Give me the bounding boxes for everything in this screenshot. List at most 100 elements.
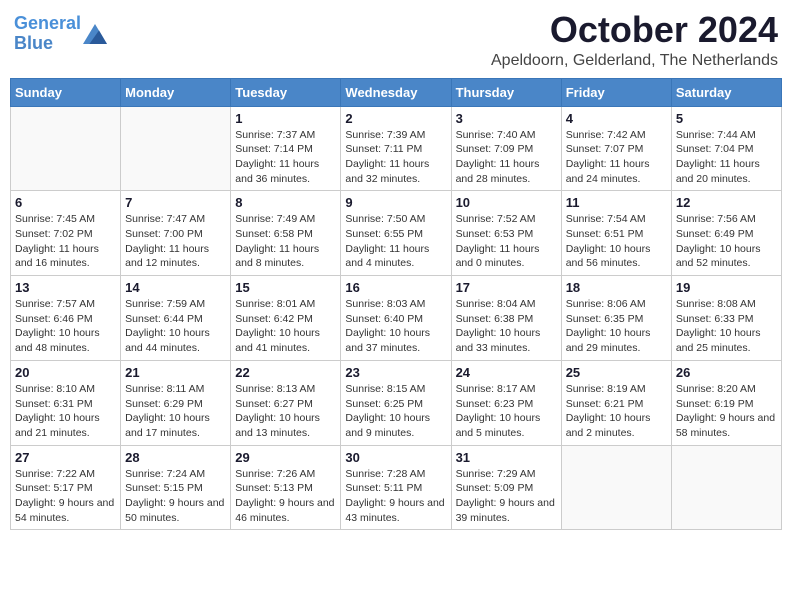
calendar-week-row: 27 Sunrise: 7:22 AM Sunset: 5:17 PM Dayli… (11, 445, 782, 530)
calendar-cell: 8Sunrise: 7:49 AM Sunset: 6:58 PM Daylig… (231, 191, 341, 276)
day-info: Sunrise: 7:26 AM Sunset: 5:13 PM Dayligh… (235, 467, 336, 526)
day-info: Sunrise: 7:40 AM Sunset: 7:09 PM Dayligh… (456, 128, 557, 187)
calendar-cell: 29 Sunrise: 7:26 AM Sunset: 5:13 PM Dayli… (231, 445, 341, 530)
day-info: Sunrise: 7:56 AM Sunset: 6:49 PM Dayligh… (676, 212, 777, 271)
day-info: Sunrise: 7:29 AM Sunset: 5:09 PM Dayligh… (456, 467, 557, 526)
calendar-cell: 18Sunrise: 8:06 AM Sunset: 6:35 PM Dayli… (561, 276, 671, 361)
calendar-cell: 1Sunrise: 7:37 AM Sunset: 7:14 PM Daylig… (231, 106, 341, 191)
day-number: 17 (456, 280, 557, 295)
day-info: Sunrise: 7:57 AM Sunset: 6:46 PM Dayligh… (15, 297, 116, 356)
logo-line2: Blue (14, 33, 53, 53)
calendar-cell: 27 Sunrise: 7:22 AM Sunset: 5:17 PM Dayli… (11, 445, 121, 530)
day-number: 4 (566, 111, 667, 126)
day-info: Sunrise: 8:17 AM Sunset: 6:23 PM Dayligh… (456, 382, 557, 441)
day-number: 18 (566, 280, 667, 295)
day-info: Sunrise: 7:45 AM Sunset: 7:02 PM Dayligh… (15, 212, 116, 271)
calendar-cell: 2 Sunrise: 7:39 AM Sunset: 7:11 PM Daylig… (341, 106, 451, 191)
title-block: October 2024 Apeldoorn, Gelderland, The … (491, 10, 778, 70)
day-number: 19 (676, 280, 777, 295)
day-number: 24 (456, 365, 557, 380)
calendar-cell: 23Sunrise: 8:15 AM Sunset: 6:25 PM Dayli… (341, 360, 451, 445)
day-number: 15 (235, 280, 336, 295)
day-info: Sunrise: 8:19 AM Sunset: 6:21 PM Dayligh… (566, 382, 667, 441)
day-info: Sunrise: 7:42 AM Sunset: 7:07 PM Dayligh… (566, 128, 667, 187)
day-info: Sunrise: 8:20 AM Sunset: 6:19 PM Dayligh… (676, 382, 777, 441)
day-number: 13 (15, 280, 116, 295)
weekday-header: Friday (561, 78, 671, 106)
weekday-header: Saturday (671, 78, 781, 106)
day-info: Sunrise: 7:59 AM Sunset: 6:44 PM Dayligh… (125, 297, 226, 356)
day-number: 27 (15, 450, 116, 465)
calendar-cell: 28Sunrise: 7:24 AM Sunset: 5:15 PM Dayli… (121, 445, 231, 530)
calendar-cell: 15 Sunrise: 8:01 AM Sunset: 6:42 PM Dayli… (231, 276, 341, 361)
calendar-cell: 16 Sunrise: 8:03 AM Sunset: 6:40 PM Dayli… (341, 276, 451, 361)
day-number: 21 (125, 365, 226, 380)
calendar-week-row: 6 Sunrise: 7:45 AM Sunset: 7:02 PM Daylig… (11, 191, 782, 276)
day-info: Sunrise: 7:37 AM Sunset: 7:14 PM Dayligh… (235, 128, 336, 187)
logo-icon (83, 24, 107, 44)
day-info: Sunrise: 7:47 AM Sunset: 7:00 PM Dayligh… (125, 212, 226, 271)
day-number: 26 (676, 365, 777, 380)
day-info: Sunrise: 8:01 AM Sunset: 6:42 PM Dayligh… (235, 297, 336, 356)
day-number: 2 (345, 111, 446, 126)
day-info: Sunrise: 8:03 AM Sunset: 6:40 PM Dayligh… (345, 297, 446, 356)
calendar-cell: 6 Sunrise: 7:45 AM Sunset: 7:02 PM Daylig… (11, 191, 121, 276)
day-number: 6 (15, 195, 116, 210)
calendar-week-row: 1Sunrise: 7:37 AM Sunset: 7:14 PM Daylig… (11, 106, 782, 191)
calendar-cell: 7Sunrise: 7:47 AM Sunset: 7:00 PM Daylig… (121, 191, 231, 276)
calendar-week-row: 20 Sunrise: 8:10 AM Sunset: 6:31 PM Dayli… (11, 360, 782, 445)
day-number: 22 (235, 365, 336, 380)
calendar-cell: 14 Sunrise: 7:59 AM Sunset: 6:44 PM Dayli… (121, 276, 231, 361)
day-number: 5 (676, 111, 777, 126)
day-number: 20 (15, 365, 116, 380)
day-number: 9 (345, 195, 446, 210)
calendar-cell: 9 Sunrise: 7:50 AM Sunset: 6:55 PM Daylig… (341, 191, 451, 276)
calendar-cell: 4 Sunrise: 7:42 AM Sunset: 7:07 PM Daylig… (561, 106, 671, 191)
calendar-cell (121, 106, 231, 191)
day-number: 29 (235, 450, 336, 465)
calendar-cell: 20 Sunrise: 8:10 AM Sunset: 6:31 PM Dayli… (11, 360, 121, 445)
calendar-cell: 5 Sunrise: 7:44 AM Sunset: 7:04 PM Daylig… (671, 106, 781, 191)
calendar-cell: 12Sunrise: 7:56 AM Sunset: 6:49 PM Dayli… (671, 191, 781, 276)
location: Apeldoorn, Gelderland, The Netherlands (491, 52, 778, 70)
day-info: Sunrise: 8:13 AM Sunset: 6:27 PM Dayligh… (235, 382, 336, 441)
day-number: 11 (566, 195, 667, 210)
calendar-cell: 25Sunrise: 8:19 AM Sunset: 6:21 PM Dayli… (561, 360, 671, 445)
calendar-cell: 11 Sunrise: 7:54 AM Sunset: 6:51 PM Dayli… (561, 191, 671, 276)
calendar-cell: 17Sunrise: 8:04 AM Sunset: 6:38 PM Dayli… (451, 276, 561, 361)
logo: General Blue (14, 14, 107, 54)
logo-text: General Blue (14, 14, 81, 54)
day-info: Sunrise: 7:52 AM Sunset: 6:53 PM Dayligh… (456, 212, 557, 271)
calendar-cell: 3Sunrise: 7:40 AM Sunset: 7:09 PM Daylig… (451, 106, 561, 191)
page-header: General Blue October 2024 Apeldoorn, Gel… (10, 10, 782, 70)
day-info: Sunrise: 7:50 AM Sunset: 6:55 PM Dayligh… (345, 212, 446, 271)
day-info: Sunrise: 7:49 AM Sunset: 6:58 PM Dayligh… (235, 212, 336, 271)
weekday-header: Thursday (451, 78, 561, 106)
weekday-header: Sunday (11, 78, 121, 106)
calendar-cell: 19 Sunrise: 8:08 AM Sunset: 6:33 PM Dayli… (671, 276, 781, 361)
calendar-week-row: 13 Sunrise: 7:57 AM Sunset: 6:46 PM Dayli… (11, 276, 782, 361)
calendar-cell (561, 445, 671, 530)
day-number: 10 (456, 195, 557, 210)
calendar-cell: 31Sunrise: 7:29 AM Sunset: 5:09 PM Dayli… (451, 445, 561, 530)
day-number: 14 (125, 280, 226, 295)
day-info: Sunrise: 7:44 AM Sunset: 7:04 PM Dayligh… (676, 128, 777, 187)
calendar-cell: 24 Sunrise: 8:17 AM Sunset: 6:23 PM Dayli… (451, 360, 561, 445)
day-number: 30 (345, 450, 446, 465)
weekday-header: Wednesday (341, 78, 451, 106)
day-number: 16 (345, 280, 446, 295)
day-info: Sunrise: 7:54 AM Sunset: 6:51 PM Dayligh… (566, 212, 667, 271)
weekday-header: Monday (121, 78, 231, 106)
day-info: Sunrise: 8:08 AM Sunset: 6:33 PM Dayligh… (676, 297, 777, 356)
month-title: October 2024 (491, 10, 778, 50)
day-info: Sunrise: 8:15 AM Sunset: 6:25 PM Dayligh… (345, 382, 446, 441)
calendar-cell: 10 Sunrise: 7:52 AM Sunset: 6:53 PM Dayli… (451, 191, 561, 276)
calendar-cell: 21Sunrise: 8:11 AM Sunset: 6:29 PM Dayli… (121, 360, 231, 445)
day-info: Sunrise: 7:22 AM Sunset: 5:17 PM Dayligh… (15, 467, 116, 526)
day-info: Sunrise: 7:28 AM Sunset: 5:11 PM Dayligh… (345, 467, 446, 526)
day-info: Sunrise: 8:10 AM Sunset: 6:31 PM Dayligh… (15, 382, 116, 441)
logo-line1: General (14, 13, 81, 33)
day-number: 28 (125, 450, 226, 465)
day-info: Sunrise: 7:39 AM Sunset: 7:11 PM Dayligh… (345, 128, 446, 187)
weekday-header: Tuesday (231, 78, 341, 106)
